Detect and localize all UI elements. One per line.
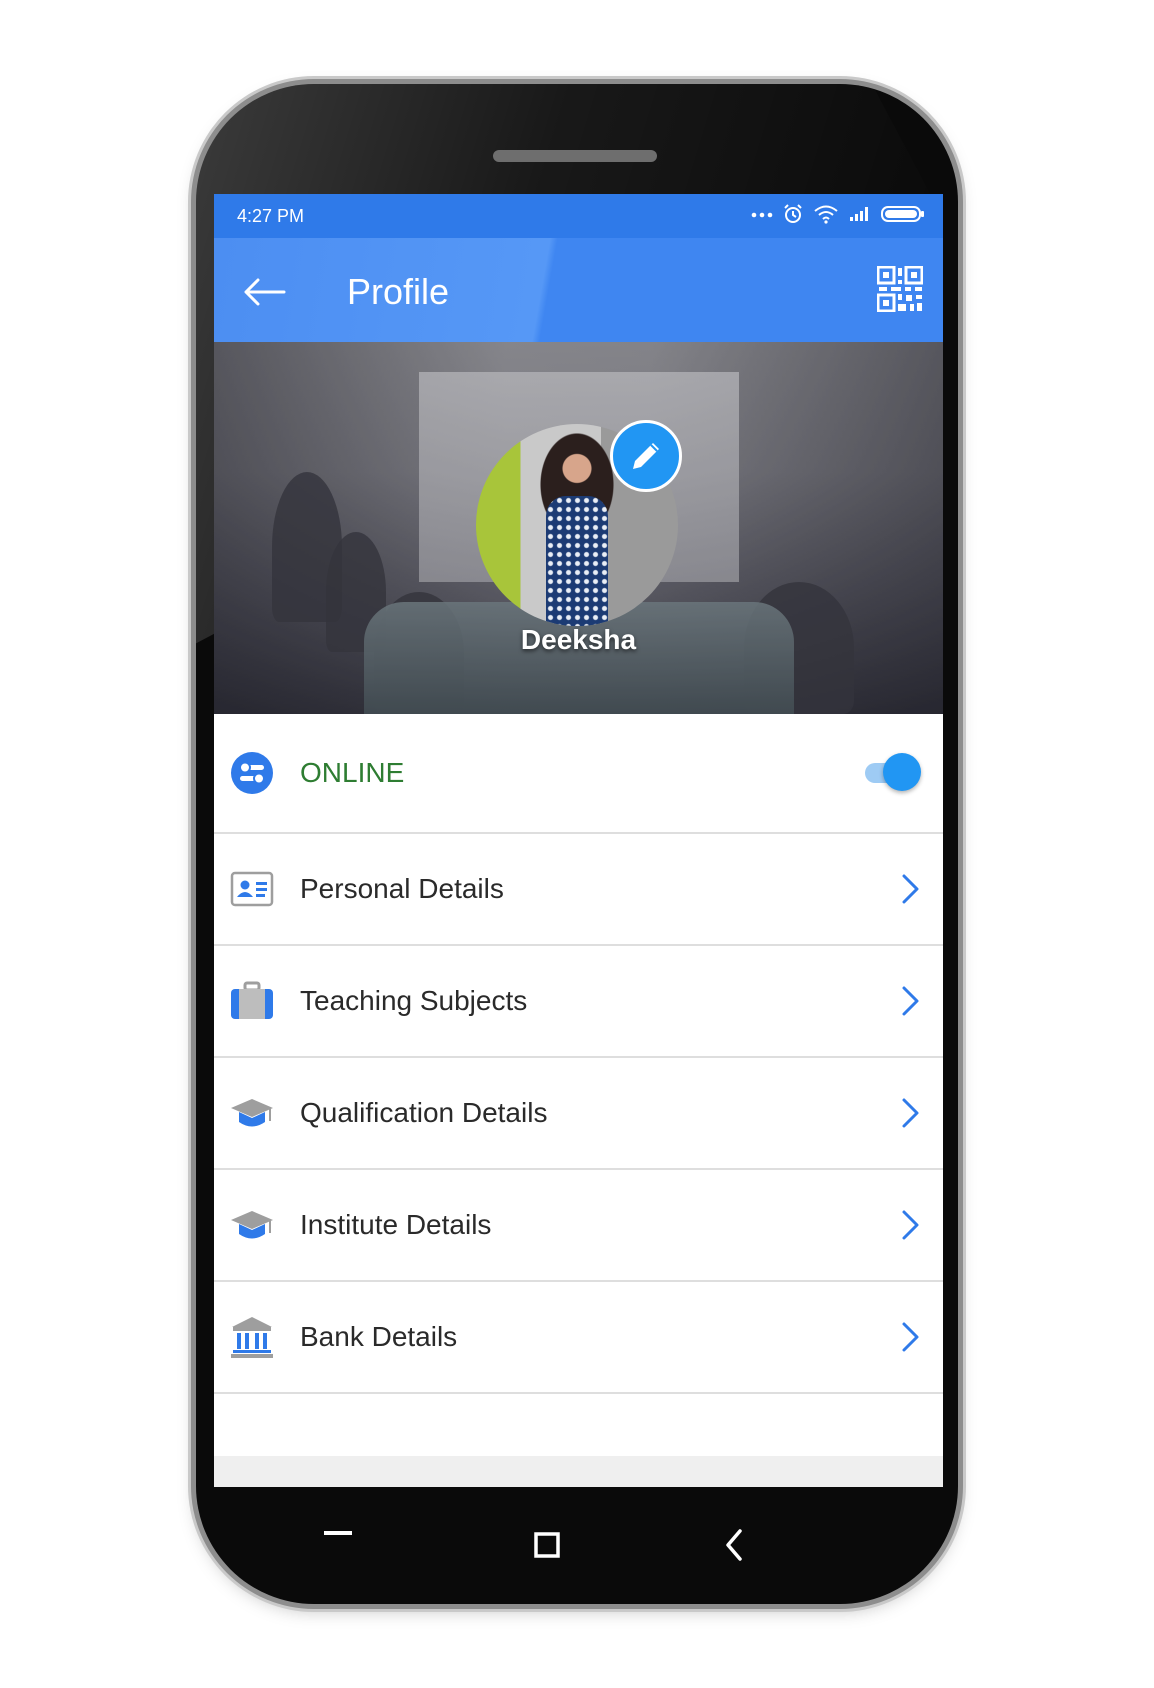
chevron-right-icon [902, 874, 919, 904]
alarm-icon [784, 204, 802, 223]
online-status-row: ONLINE [214, 714, 943, 834]
status-bar: 4:27 PM [214, 194, 943, 238]
online-toggle[interactable] [863, 753, 921, 793]
menu-item-teaching-subjects[interactable]: Teaching Subjects [214, 946, 943, 1058]
chevron-right-icon [902, 986, 919, 1016]
menu-item-personal-details[interactable]: Personal Details [214, 834, 943, 946]
status-settings-icon [231, 752, 273, 794]
id-card-icon [230, 871, 274, 907]
square-home-icon [534, 1532, 560, 1558]
toggle-thumb [883, 753, 921, 791]
menu-item-institute-details[interactable]: Institute Details [214, 1170, 943, 1282]
list-footer-strip [214, 1456, 943, 1487]
more-dots-icon [751, 212, 773, 218]
nav-menu-button[interactable] [308, 1515, 368, 1575]
profile-name: Deeksha [520, 624, 637, 655]
qr-code-icon [876, 265, 924, 313]
graduation-cap-icon [231, 1211, 273, 1239]
menu-item-label: Bank Details [300, 1321, 458, 1352]
phone-speaker [493, 150, 657, 162]
briefcase-icon [231, 981, 273, 1019]
chevron-right-icon [902, 1322, 919, 1352]
chevron-right-icon [902, 1098, 919, 1128]
pencil-icon [633, 443, 659, 469]
graduation-cap-icon [231, 1099, 273, 1127]
online-status-label: ONLINE [300, 757, 405, 788]
menu-item-label: Institute Details [300, 1209, 492, 1240]
status-time: 4:27 PM [237, 206, 305, 226]
system-nav-bar [196, 1487, 958, 1604]
wifi-icon [814, 205, 838, 224]
edit-avatar-button[interactable] [610, 420, 682, 492]
menu-item-label: Teaching Subjects [300, 985, 528, 1016]
app-screen: 4:27 PM Profile Deeksha ONLINE Personal … [214, 194, 943, 1487]
chevron-left-icon [726, 1529, 742, 1561]
back-button[interactable] [240, 272, 288, 312]
nav-home-button[interactable] [517, 1515, 577, 1575]
menu-item-bank-details[interactable]: Bank Details [214, 1282, 943, 1394]
menu-item-label: Qualification Details [300, 1097, 548, 1128]
avatar-figure [546, 496, 608, 626]
arrow-left-icon [244, 278, 286, 306]
battery-icon [881, 206, 924, 222]
nav-back-button[interactable] [704, 1515, 764, 1575]
chevron-right-icon [902, 1210, 919, 1240]
qr-code-button[interactable] [876, 265, 924, 313]
signal-icon [850, 207, 868, 221]
profile-menu-list: ONLINE Personal Details Teaching Subject… [214, 714, 943, 1394]
phone-frame: 4:27 PM Profile Deeksha ONLINE Personal … [196, 84, 958, 1604]
app-bar: Profile [214, 238, 943, 342]
status-icons [751, 204, 925, 224]
menu-item-qualification-details[interactable]: Qualification Details [214, 1058, 943, 1170]
menu-dash-icon [324, 1531, 352, 1535]
bank-icon [231, 1317, 273, 1358]
page-title: Profile [347, 271, 450, 312]
cover-photo: Deeksha [214, 342, 943, 714]
menu-item-label: Personal Details [300, 873, 504, 904]
